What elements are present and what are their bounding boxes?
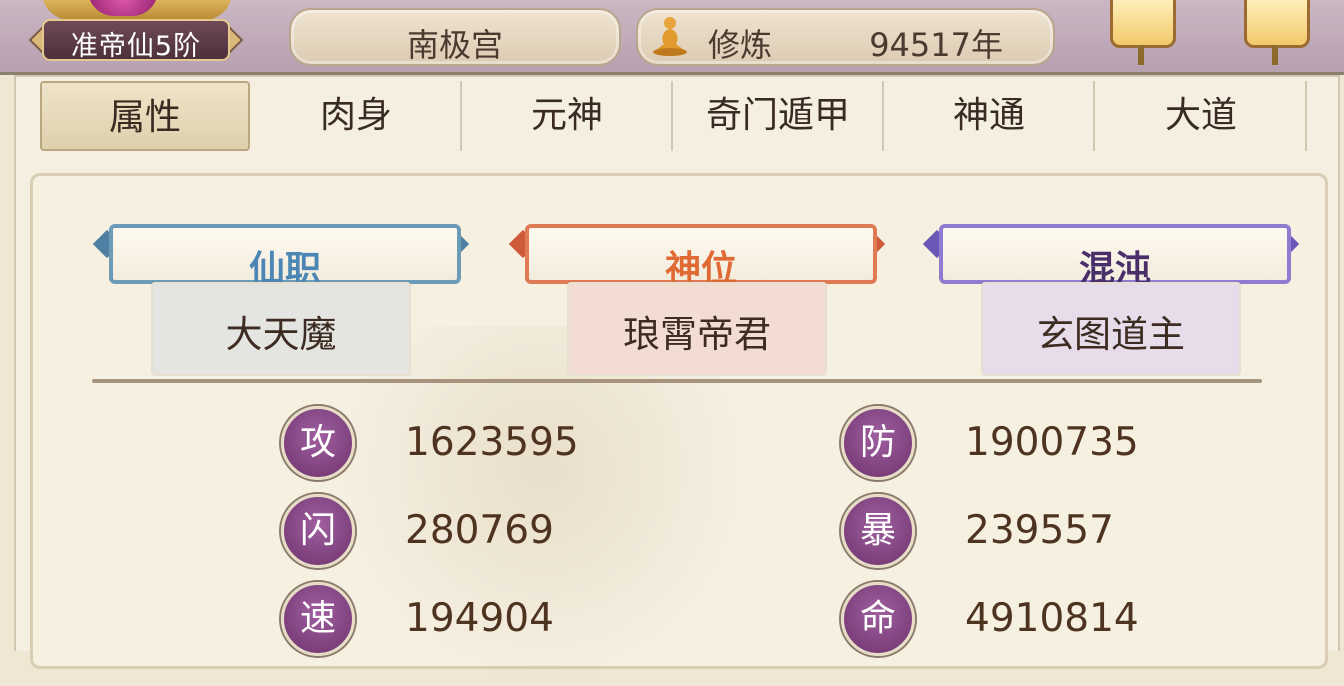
cultivation-years: 94517年: [869, 26, 1003, 64]
tab-qimen-dunjia[interactable]: 奇门遁甲: [674, 81, 884, 151]
attributes-panel: 仙职 大天魔 神位 琅霄帝君 混沌 玄图道主 攻 1623595 防 19007…: [30, 173, 1328, 686]
tab-spirit[interactable]: 元神: [463, 81, 673, 151]
title-card-chaos[interactable]: 混沌 玄图道主: [921, 216, 1301, 376]
health-icon: 命: [841, 582, 915, 656]
cultivation-label: 修炼: [708, 26, 773, 64]
tab-great-dao[interactable]: 大道: [1097, 81, 1307, 151]
content-panel: 仙职 大天魔 神位 琅霄帝君 混沌 玄图道主 攻 1623595 防 19007…: [14, 153, 1340, 686]
rank-label: 准帝仙5阶: [70, 31, 202, 62]
stat-value: 1623595: [405, 420, 579, 465]
stat-value: 4910814: [965, 596, 1139, 641]
dodge-icon: 闪: [281, 494, 355, 568]
top-bar: 准帝仙5阶 南极宫 修炼 94517年: [0, 0, 1344, 75]
title-card-divine-rank[interactable]: 神位 琅霄帝君: [507, 216, 887, 376]
critical-icon: 暴: [841, 494, 915, 568]
defense-icon: 防: [841, 406, 915, 480]
meditation-icon: [653, 17, 687, 56]
title-value: 玄图道主: [1037, 313, 1185, 356]
attack-icon: 攻: [281, 406, 355, 480]
stat-value: 194904: [405, 596, 554, 641]
stat-value: 1900735: [965, 420, 1139, 465]
title-banner: 仙职: [109, 224, 461, 290]
rank-badge: 准帝仙5阶: [28, 17, 244, 63]
stat-value: 239557: [965, 508, 1114, 553]
speed-icon: 速: [281, 582, 355, 656]
title-value: 琅霄帝君: [623, 313, 771, 356]
location-pill[interactable]: 南极宫: [289, 8, 621, 66]
tab-attributes[interactable]: 属性: [40, 81, 250, 151]
section-divider: [92, 379, 1262, 383]
tab-body[interactable]: 肉身: [252, 81, 462, 151]
title-card-immortal-post[interactable]: 仙职 大天魔: [91, 216, 471, 376]
title-value: 大天魔: [225, 313, 337, 356]
lantern-icon[interactable]: [1244, 0, 1310, 65]
stat-value: 280769: [405, 508, 554, 553]
tab-divine-powers[interactable]: 神通: [885, 81, 1095, 151]
title-banner: 混沌: [939, 224, 1291, 290]
cultivation-pill[interactable]: 修炼 94517年: [636, 8, 1055, 66]
location-label: 南极宫: [406, 26, 503, 64]
tab-bar: 属性 肉身 元神 奇门遁甲 神通 大道: [14, 75, 1340, 155]
title-banner: 神位: [525, 224, 877, 290]
lantern-icon[interactable]: [1110, 0, 1176, 65]
